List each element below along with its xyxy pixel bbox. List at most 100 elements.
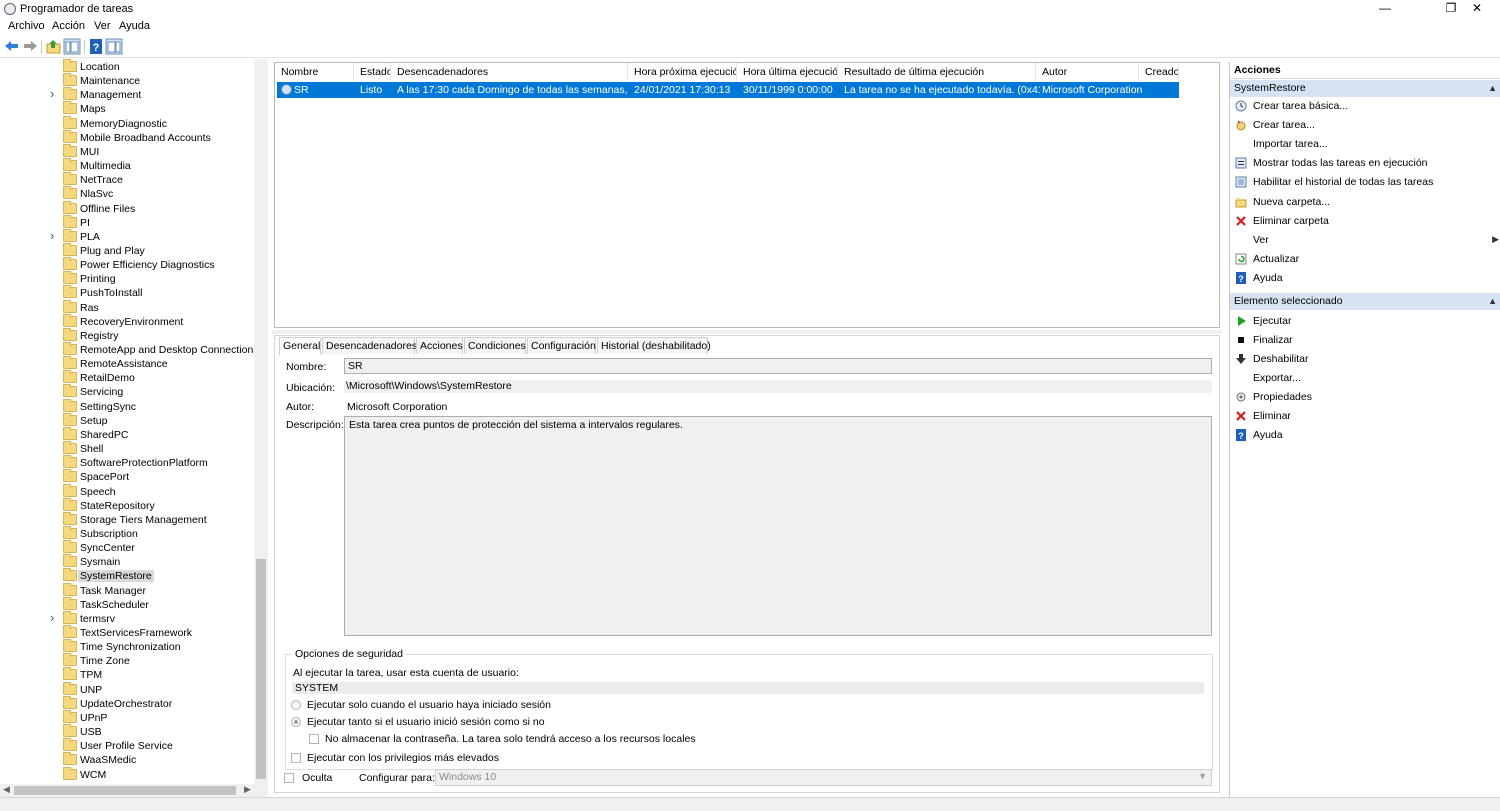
action-item[interactable]: Propiedades — [1230, 388, 1500, 406]
action-item[interactable]: Nueva carpeta... — [1230, 193, 1500, 211]
collapse-icon[interactable]: ▲ — [1488, 80, 1497, 97]
chevron-right-icon[interactable]: › — [50, 610, 54, 625]
tree-item[interactable]: TaskScheduler — [0, 596, 254, 612]
menu-accion[interactable]: Acción — [52, 20, 85, 32]
menu-ayuda[interactable]: Ayuda — [119, 20, 150, 32]
tree-item[interactable]: Registry — [0, 327, 254, 343]
column-header-autor[interactable]: Autor — [1036, 63, 1139, 81]
tree-item[interactable]: SystemRestore — [0, 568, 254, 583]
tree-item[interactable]: Ras — [0, 299, 254, 315]
column-header-nombre[interactable]: Nombre — [275, 63, 354, 81]
tree-item[interactable]: User Profile Service — [0, 738, 254, 753]
tree-item[interactable]: UpdateOrchestrator — [0, 695, 254, 711]
tree-item[interactable]: Mobile Broadband Accounts — [0, 129, 254, 145]
action-item[interactable]: Eliminar — [1230, 407, 1500, 425]
tree-item[interactable]: Maps — [0, 101, 254, 116]
action-item[interactable]: Crear tarea básica... — [1230, 97, 1500, 115]
action-item[interactable]: Finalizar — [1230, 331, 1500, 349]
tree-item[interactable]: WaaSMedic — [0, 752, 254, 767]
hidden-checkbox[interactable] — [284, 773, 294, 783]
no-store-password-checkbox[interactable] — [309, 734, 319, 744]
scrollbar-thumb[interactable] — [14, 786, 236, 795]
tree-item[interactable]: › termsrv — [0, 610, 254, 626]
tree-item[interactable]: Shell — [0, 441, 254, 456]
action-item[interactable]: ? Ayuda — [1230, 269, 1500, 287]
tree-item[interactable]: SharedPC — [0, 426, 254, 442]
tree-item[interactable]: Setup — [0, 412, 254, 428]
scroll-left-arrow-icon[interactable]: ◀ — [3, 784, 10, 795]
column-header-resultado[interactable]: Resultado de última ejecución — [838, 63, 1036, 81]
tree-item[interactable]: RemoteAssistance — [0, 356, 254, 371]
show-hide-console-tree-icon[interactable] — [63, 38, 81, 55]
action-item[interactable]: Actualizar — [1230, 250, 1500, 268]
tree-item[interactable]: Maintenance — [0, 73, 254, 88]
actions-section-selected-item[interactable]: Elemento seleccionado ▲ — [1230, 293, 1500, 310]
tree-item[interactable]: RetailDemo — [0, 370, 254, 385]
tree-item[interactable]: Plug and Play — [0, 242, 254, 258]
tree-item[interactable]: Multimedia — [0, 158, 254, 173]
tree-item[interactable]: Time Zone — [0, 653, 254, 668]
scroll-right-arrow-icon[interactable]: ▶ — [244, 784, 251, 795]
tab-general[interactable]: General — [279, 337, 321, 355]
tree-item[interactable]: RecoveryEnvironment — [0, 313, 254, 329]
tree-item[interactable]: TextServicesFramework — [0, 625, 254, 640]
tree-item[interactable]: WCM — [0, 766, 254, 782]
tree-item[interactable]: NetTrace — [0, 172, 254, 187]
action-item[interactable]: ? Ayuda — [1230, 426, 1500, 444]
action-item[interactable]: Eliminar carpeta — [1230, 212, 1500, 230]
tree-item[interactable]: RemoteApp and Desktop Connections Up — [0, 342, 267, 357]
show-hide-action-pane-icon[interactable] — [105, 38, 123, 55]
tab-acciones[interactable]: Acciones — [416, 337, 463, 354]
tree-item[interactable]: SettingSync — [0, 398, 254, 414]
highest-privileges-checkbox[interactable] — [291, 753, 301, 763]
tree-item[interactable]: NlaSvc — [0, 186, 254, 201]
radio-whether-logged-on[interactable] — [291, 717, 301, 727]
descripcion-field[interactable]: Esta tarea crea puntos de protección del… — [344, 416, 1212, 636]
tab-condiciones[interactable]: Condiciones — [464, 337, 526, 354]
nombre-field[interactable]: SR — [344, 358, 1212, 374]
close-button[interactable]: ✕ — [1454, 0, 1500, 18]
actions-section-systemrestore[interactable]: SystemRestore ▲ — [1230, 80, 1500, 97]
table-row[interactable]: SR Listo A las 17:30 cada Domingo de tod… — [277, 82, 1179, 98]
action-item[interactable]: Importar tarea... — [1230, 135, 1500, 153]
menu-archivo[interactable]: Archivo — [8, 20, 45, 32]
column-header-creado[interactable]: Creado — [1139, 63, 1179, 81]
action-item[interactable]: Exportar... — [1230, 369, 1500, 387]
tree-item[interactable]: › PLA — [0, 228, 254, 244]
tree-item[interactable]: UPnP — [0, 709, 254, 725]
radio-logged-on[interactable] — [291, 700, 301, 710]
tree-item[interactable]: Location — [0, 59, 254, 74]
tree-item[interactable]: SpacePort — [0, 469, 254, 484]
tree-item[interactable]: Time Synchronization — [0, 639, 254, 654]
tab-desencadenadores[interactable]: Desencadenadores — [322, 337, 417, 354]
tree-item[interactable]: Task Manager — [0, 582, 254, 598]
column-header-proxima[interactable]: Hora próxima ejecución — [628, 63, 737, 81]
tree-item[interactable]: SyncCenter — [0, 540, 254, 555]
tree-item[interactable]: MemoryDiagnostic — [0, 115, 254, 131]
scrollbar-thumb[interactable] — [256, 559, 266, 779]
action-item[interactable]: Ejecutar — [1230, 312, 1500, 330]
tree-item[interactable]: StateRepository — [0, 497, 254, 513]
column-header-desencadenadores[interactable]: Desencadenadores — [391, 63, 628, 81]
tree-horizontal-scrollbar[interactable]: ◀ ▶ — [0, 784, 268, 797]
action-item[interactable]: Mostrar todas las tareas en ejecución — [1230, 154, 1500, 172]
tree-item[interactable]: SoftwareProtectionPlatform — [0, 455, 254, 470]
tree-item[interactable]: Printing — [0, 271, 254, 286]
tree-item[interactable]: Subscription — [0, 525, 254, 541]
tree-item[interactable]: Speech — [0, 483, 254, 499]
up-folder-icon[interactable] — [45, 38, 63, 55]
tree-item[interactable]: › Management — [0, 86, 254, 102]
tree-item[interactable]: USB — [0, 724, 254, 739]
action-item[interactable]: Habilitar el historial de todas las tare… — [1230, 173, 1500, 191]
tree-item[interactable]: PI — [0, 214, 254, 230]
column-header-ultima[interactable]: Hora última ejecución — [737, 63, 838, 81]
minimize-button[interactable]: — — [1362, 0, 1408, 18]
tree-item[interactable]: MUI — [0, 143, 254, 159]
collapse-icon[interactable]: ▲ — [1488, 293, 1497, 310]
tree-item[interactable]: TPM — [0, 667, 254, 682]
tab-configuracion[interactable]: Configuración — [527, 337, 596, 354]
pane-splitter[interactable] — [272, 330, 1222, 334]
action-item[interactable]: Deshabilitar — [1230, 350, 1500, 368]
tree-item[interactable]: Offline Files — [0, 200, 254, 216]
tree-item[interactable]: PushToInstall — [0, 285, 254, 300]
